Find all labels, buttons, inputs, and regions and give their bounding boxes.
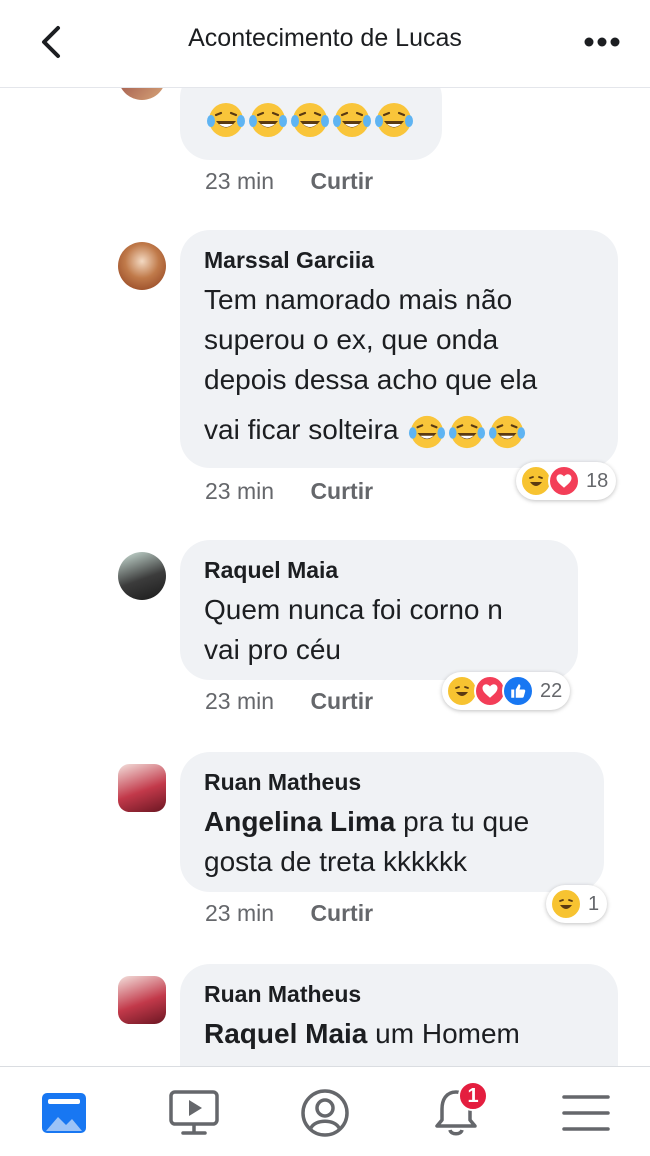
avatar[interactable] [118,976,166,1024]
emoji-row [204,103,414,137]
reactions-summary[interactable]: 1 [546,885,608,923]
tab-notifications[interactable]: 1 [428,1081,488,1141]
avatar[interactable] [118,242,166,290]
comment-time: 23 min [205,168,275,194]
laughing-crying-emoji-icon [489,415,526,448]
comment-text: Tem namorado mais não superou o ex, que … [204,280,594,451]
comment-text: Angelina Lima pra tu que gosta de treta … [204,802,580,882]
comment-text-line: depois dessa acho que ela [204,364,538,395]
more-dots-icon [584,37,620,47]
reaction-count: 22 [540,679,563,702]
comment-text-line: vai ficar solteira [204,410,594,451]
comment-bubble: Ruan Matheus Angelina Lima pra tu que go… [180,752,604,892]
comment-text-line: superou o ex, que onda [204,324,499,355]
laughing-crying-emoji-icon [449,415,486,448]
comment-author[interactable]: Marssal Garciia [204,246,594,274]
like-link[interactable]: Curtir [310,688,373,714]
tab-news-feed[interactable] [36,1085,92,1141]
comment-bubble: Marssal Garciia Tem namorado mais não su… [180,230,618,468]
comment-text-line: Angelina Lima pra tu que [204,802,580,842]
laughing-crying-emoji-icon [333,103,371,137]
top-bar: Acontecimento de Lucas [0,0,650,88]
haha-reaction-icon [550,888,582,920]
love-reaction-icon [548,465,580,497]
comment-text-line: Raquel Maia um Homem [204,1014,594,1054]
reaction-count: 18 [586,469,609,492]
comment-bubble: Raquel Maia Quem nunca foi corno n vai p… [180,540,578,680]
comment-time: 23 min [205,688,275,714]
comment-text-line: Tem namorado mais não [204,284,513,315]
avatar[interactable] [118,764,166,812]
avatar[interactable] [118,88,166,100]
comment-meta: 23 min Curtir [205,688,373,715]
comment-bubble [180,88,442,160]
comment-author[interactable]: Raquel Maia [204,556,554,584]
comment-text-line: vai pro céu [204,634,341,665]
mention-link[interactable]: Angelina Lima [204,806,395,837]
comment-author[interactable]: Ruan Matheus [204,980,594,1008]
laughing-crying-emoji-icon [207,103,245,137]
comment-meta: 23 min Curtir [205,168,373,195]
tab-watch[interactable] [166,1085,222,1141]
page-title: Acontecimento de Lucas [188,24,462,52]
comment-text-line: gosta de treta kkkkkk [204,846,468,877]
comment-text-fragment: um Homem [367,1018,520,1049]
more-options-button[interactable] [582,28,622,56]
comment-text-fragment: pra tu que [395,806,530,837]
reaction-count: 1 [588,892,600,915]
news-feed-icon [42,1093,86,1133]
comment-meta: 23 min Curtir [205,478,373,505]
tab-profile[interactable] [297,1085,353,1141]
comment-meta: 23 min Curtir [205,900,373,927]
like-reaction-icon [502,675,534,707]
notification-badge: 1 [458,1081,488,1111]
comment-text-line: Quem nunca foi corno n [204,594,503,625]
emoji-row [406,414,526,448]
avatar[interactable] [118,552,166,600]
comment-time: 23 min [205,900,275,926]
watch-video-icon [169,1090,219,1135]
tab-menu[interactable] [558,1085,614,1141]
comment-time: 23 min [205,478,275,504]
like-link[interactable]: Curtir [310,900,373,926]
bottom-tab-bar: 1 [0,1066,650,1156]
comment-text: Raquel Maia um Homem [204,1014,594,1054]
like-link[interactable]: Curtir [310,478,373,504]
laughing-crying-emoji-icon [249,103,287,137]
laughing-crying-emoji-icon [409,415,446,448]
laughing-crying-emoji-icon [375,103,413,137]
comments-feed[interactable]: 23 min Curtir Marssal Garciia Tem namora… [0,88,650,1066]
comment-author[interactable]: Ruan Matheus [204,768,580,796]
reactions-summary[interactable]: 22 [442,672,571,710]
hamburger-menu-icon [562,1095,610,1131]
comment-bubble: Ruan Matheus Raquel Maia um Homem [180,964,618,1066]
mention-link[interactable]: Raquel Maia [204,1018,367,1049]
profile-icon [301,1089,349,1137]
like-link[interactable]: Curtir [310,168,373,194]
comment-text-fragment: vai ficar solteira [204,414,399,445]
comment-text: Quem nunca foi corno n vai pro céu [204,590,554,670]
laughing-crying-emoji-icon [291,103,329,137]
reactions-summary[interactable]: 18 [516,462,617,500]
